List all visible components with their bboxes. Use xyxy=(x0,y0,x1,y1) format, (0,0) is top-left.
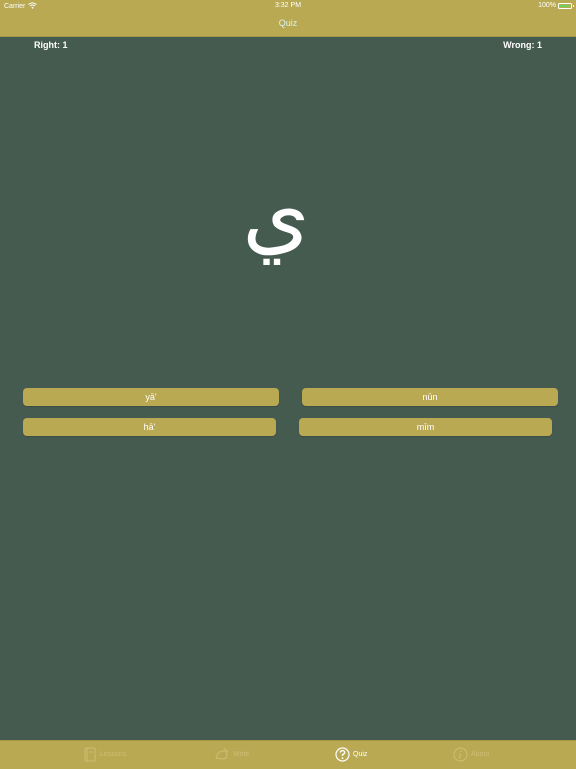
page-title: Quiz xyxy=(278,18,298,28)
battery-percent: 100% xyxy=(538,2,556,9)
info-icon xyxy=(453,747,468,762)
pencil-hand-icon xyxy=(214,747,230,762)
tab-bar: Lessons Write Quiz About xyxy=(0,740,576,769)
tab-about-label: About xyxy=(471,751,490,758)
battery-info: 100% xyxy=(538,2,574,9)
tab-quiz[interactable]: Quiz xyxy=(335,747,367,762)
tab-write-label: Write xyxy=(233,751,250,758)
score-right: Right: 1 xyxy=(34,40,68,50)
tab-lessons[interactable]: Lessons xyxy=(84,747,126,762)
status-time: 3:32 PM xyxy=(274,2,302,9)
question-icon xyxy=(335,747,350,762)
tab-quiz-label: Quiz xyxy=(353,751,368,758)
battery-icon xyxy=(558,2,574,9)
navigation-bar: Quiz xyxy=(0,12,576,37)
tab-write[interactable]: Write xyxy=(214,747,249,762)
answer-button-3[interactable]: hā' xyxy=(23,418,276,436)
score-wrong: Wrong: 1 xyxy=(503,40,542,50)
status-bar: Carrier 3:32 PM 100% xyxy=(0,0,576,12)
answer-button-4[interactable]: mīm xyxy=(299,418,552,436)
book-icon xyxy=(84,747,97,762)
quiz-letter: ي xyxy=(242,165,310,265)
answer-button-1[interactable]: yā' xyxy=(23,388,279,406)
tab-lessons-label: Lessons xyxy=(100,751,127,758)
answer-button-2[interactable]: nūn xyxy=(302,388,558,406)
tab-about[interactable]: About xyxy=(453,747,489,762)
